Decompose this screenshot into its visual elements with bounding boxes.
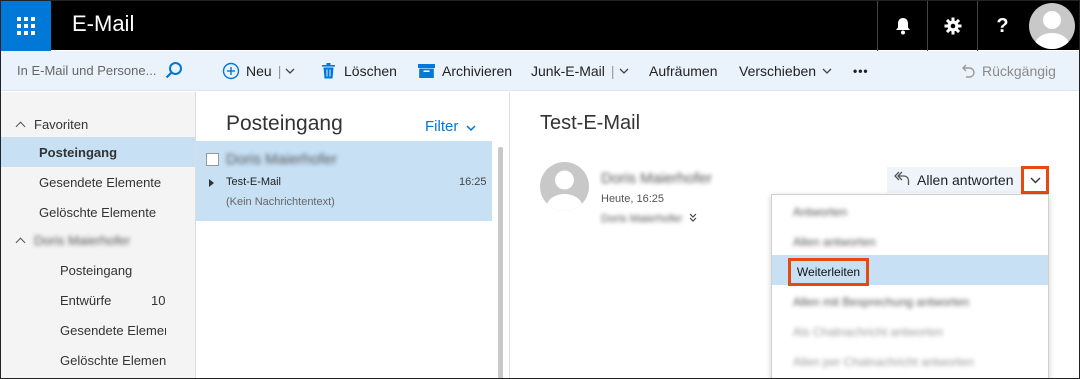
- more-button[interactable]: •••: [853, 51, 869, 91]
- plus-icon: [222, 62, 240, 80]
- recipient-name: Doris Maierhofer: [601, 213, 683, 225]
- search-icon[interactable]: [165, 61, 183, 84]
- expand-arrow-icon[interactable]: [209, 179, 214, 187]
- scrollbar[interactable]: [498, 147, 503, 379]
- archive-icon: [418, 64, 435, 78]
- undo-label: Rückgängig: [982, 63, 1056, 79]
- trash-icon: [322, 63, 335, 79]
- reply-options-dropdown-button[interactable]: [1021, 166, 1049, 194]
- menu-item-reply-chat[interactable]: Als Chatnachricht antworten: [772, 317, 1048, 347]
- move-label: Verschieben: [739, 63, 817, 79]
- sidebar-item-gesendete-elemente[interactable]: Gesendete Elemente: [0, 167, 195, 197]
- reply-all-button[interactable]: Allen antworten: [887, 167, 1021, 193]
- more-icon: •••: [853, 64, 869, 78]
- chevron-double-down-icon[interactable]: [689, 213, 697, 225]
- unread-count: 10: [151, 292, 166, 308]
- message-date: Heute, 16:25: [601, 193, 664, 205]
- undo-icon: [960, 64, 975, 78]
- sender-avatar[interactable]: [540, 162, 589, 211]
- folder-geloeschte-elemente[interactable]: Gelöschte Elemen: [0, 345, 195, 375]
- sidebar-item-posteingang[interactable]: Posteingang: [0, 137, 195, 167]
- list-title: Posteingang: [226, 112, 343, 135]
- app-title: E-Mail: [72, 11, 135, 36]
- chevron-up-icon: [15, 237, 26, 247]
- menu-item-reply-all-meeting[interactable]: Allen mit Besprechung antworten: [772, 287, 1048, 317]
- reply-all-icon: [887, 171, 917, 189]
- account-header[interactable]: Doris Maierhofer: [0, 225, 195, 255]
- delete-button[interactable]: Löschen: [322, 51, 397, 91]
- avatar[interactable]: [1029, 3, 1075, 49]
- delete-label: Löschen: [344, 63, 397, 79]
- folder-pane: Favoriten Posteingang Gesendete Elemente…: [0, 92, 196, 379]
- reply-all-label: Allen antworten: [917, 172, 1014, 188]
- recipient-line[interactable]: Doris Maierhofer: [601, 213, 697, 225]
- separator: |: [277, 63, 282, 79]
- filter-button[interactable]: Filter: [425, 118, 476, 135]
- menu-item-forward-label: Weiterleiten: [796, 265, 861, 279]
- junk-button[interactable]: Junk-E-Mail |: [531, 51, 629, 91]
- message-preview: (Kein Nachrichtentext): [226, 196, 335, 208]
- menu-item-reply-all[interactable]: Allen antworten: [772, 227, 1048, 257]
- search-box[interactable]: In E-Mail und Persone...: [0, 51, 196, 91]
- sweep-button[interactable]: Aufräumen: [649, 51, 717, 91]
- reply-options-menu: Antworten Allen antworten Weiterleiten A…: [771, 194, 1049, 379]
- chevron-down-icon: [822, 68, 832, 74]
- archive-button[interactable]: Archivieren: [418, 51, 512, 91]
- chevron-up-icon: [15, 121, 26, 131]
- chevron-down-icon: [1030, 171, 1041, 189]
- forward-highlight[interactable]: Weiterleiten: [788, 258, 869, 286]
- command-bar: In E-Mail und Persone... Neu | Löschen A…: [0, 51, 1080, 91]
- gear-icon[interactable]: [927, 1, 977, 51]
- chevron-down-icon[interactable]: [619, 68, 629, 74]
- chevron-down-icon[interactable]: [285, 68, 295, 74]
- favorites-header[interactable]: Favoriten: [0, 109, 195, 139]
- message-subject: Test-E-Mail: [226, 176, 282, 188]
- folder-gesendete-elemente[interactable]: Gesendete Elemer: [0, 315, 195, 345]
- separator: |: [610, 63, 615, 79]
- message-subject-heading: Test-E-Mail: [540, 112, 641, 134]
- help-icon[interactable]: ?: [977, 1, 1027, 51]
- new-button[interactable]: Neu |: [222, 51, 295, 91]
- app-launcher-icon[interactable]: [1, 1, 51, 51]
- menu-item-reply[interactable]: Antworten: [772, 197, 1048, 227]
- search-input[interactable]: In E-Mail und Persone...: [17, 63, 156, 78]
- bell-icon[interactable]: [877, 1, 927, 51]
- sender-name[interactable]: Doris Maierhofer: [601, 170, 712, 187]
- help-label: ?: [996, 14, 1009, 37]
- undo-button[interactable]: Rückgängig: [960, 51, 1056, 91]
- folder-posteingang[interactable]: Posteingang: [0, 255, 195, 285]
- top-bar: E-Mail ?: [0, 0, 1080, 51]
- chevron-down-icon: [466, 118, 476, 135]
- archive-label: Archivieren: [442, 63, 513, 79]
- list-item[interactable]: Doris Maierhofer Test-E-Mail 16:25 (Kein…: [196, 141, 492, 221]
- new-label: Neu: [246, 63, 272, 79]
- message-sender: Doris Maierhofer: [226, 151, 337, 168]
- move-button[interactable]: Verschieben: [739, 51, 832, 91]
- folder-entwuerfe[interactable]: Entwürfe 10: [0, 285, 195, 315]
- select-checkbox[interactable]: [206, 153, 219, 166]
- sweep-label: Aufräumen: [649, 63, 718, 79]
- junk-label: Junk-E-Mail: [531, 63, 605, 79]
- sidebar-item-geloeschte-elemente[interactable]: Gelöschte Elemente: [0, 197, 195, 227]
- message-list: Posteingang Filter Doris Maierhofer Test…: [196, 92, 510, 379]
- message-time: 16:25: [459, 176, 487, 188]
- menu-item-reply-all-chat[interactable]: Allen per Chatnachricht antworten: [772, 347, 1048, 377]
